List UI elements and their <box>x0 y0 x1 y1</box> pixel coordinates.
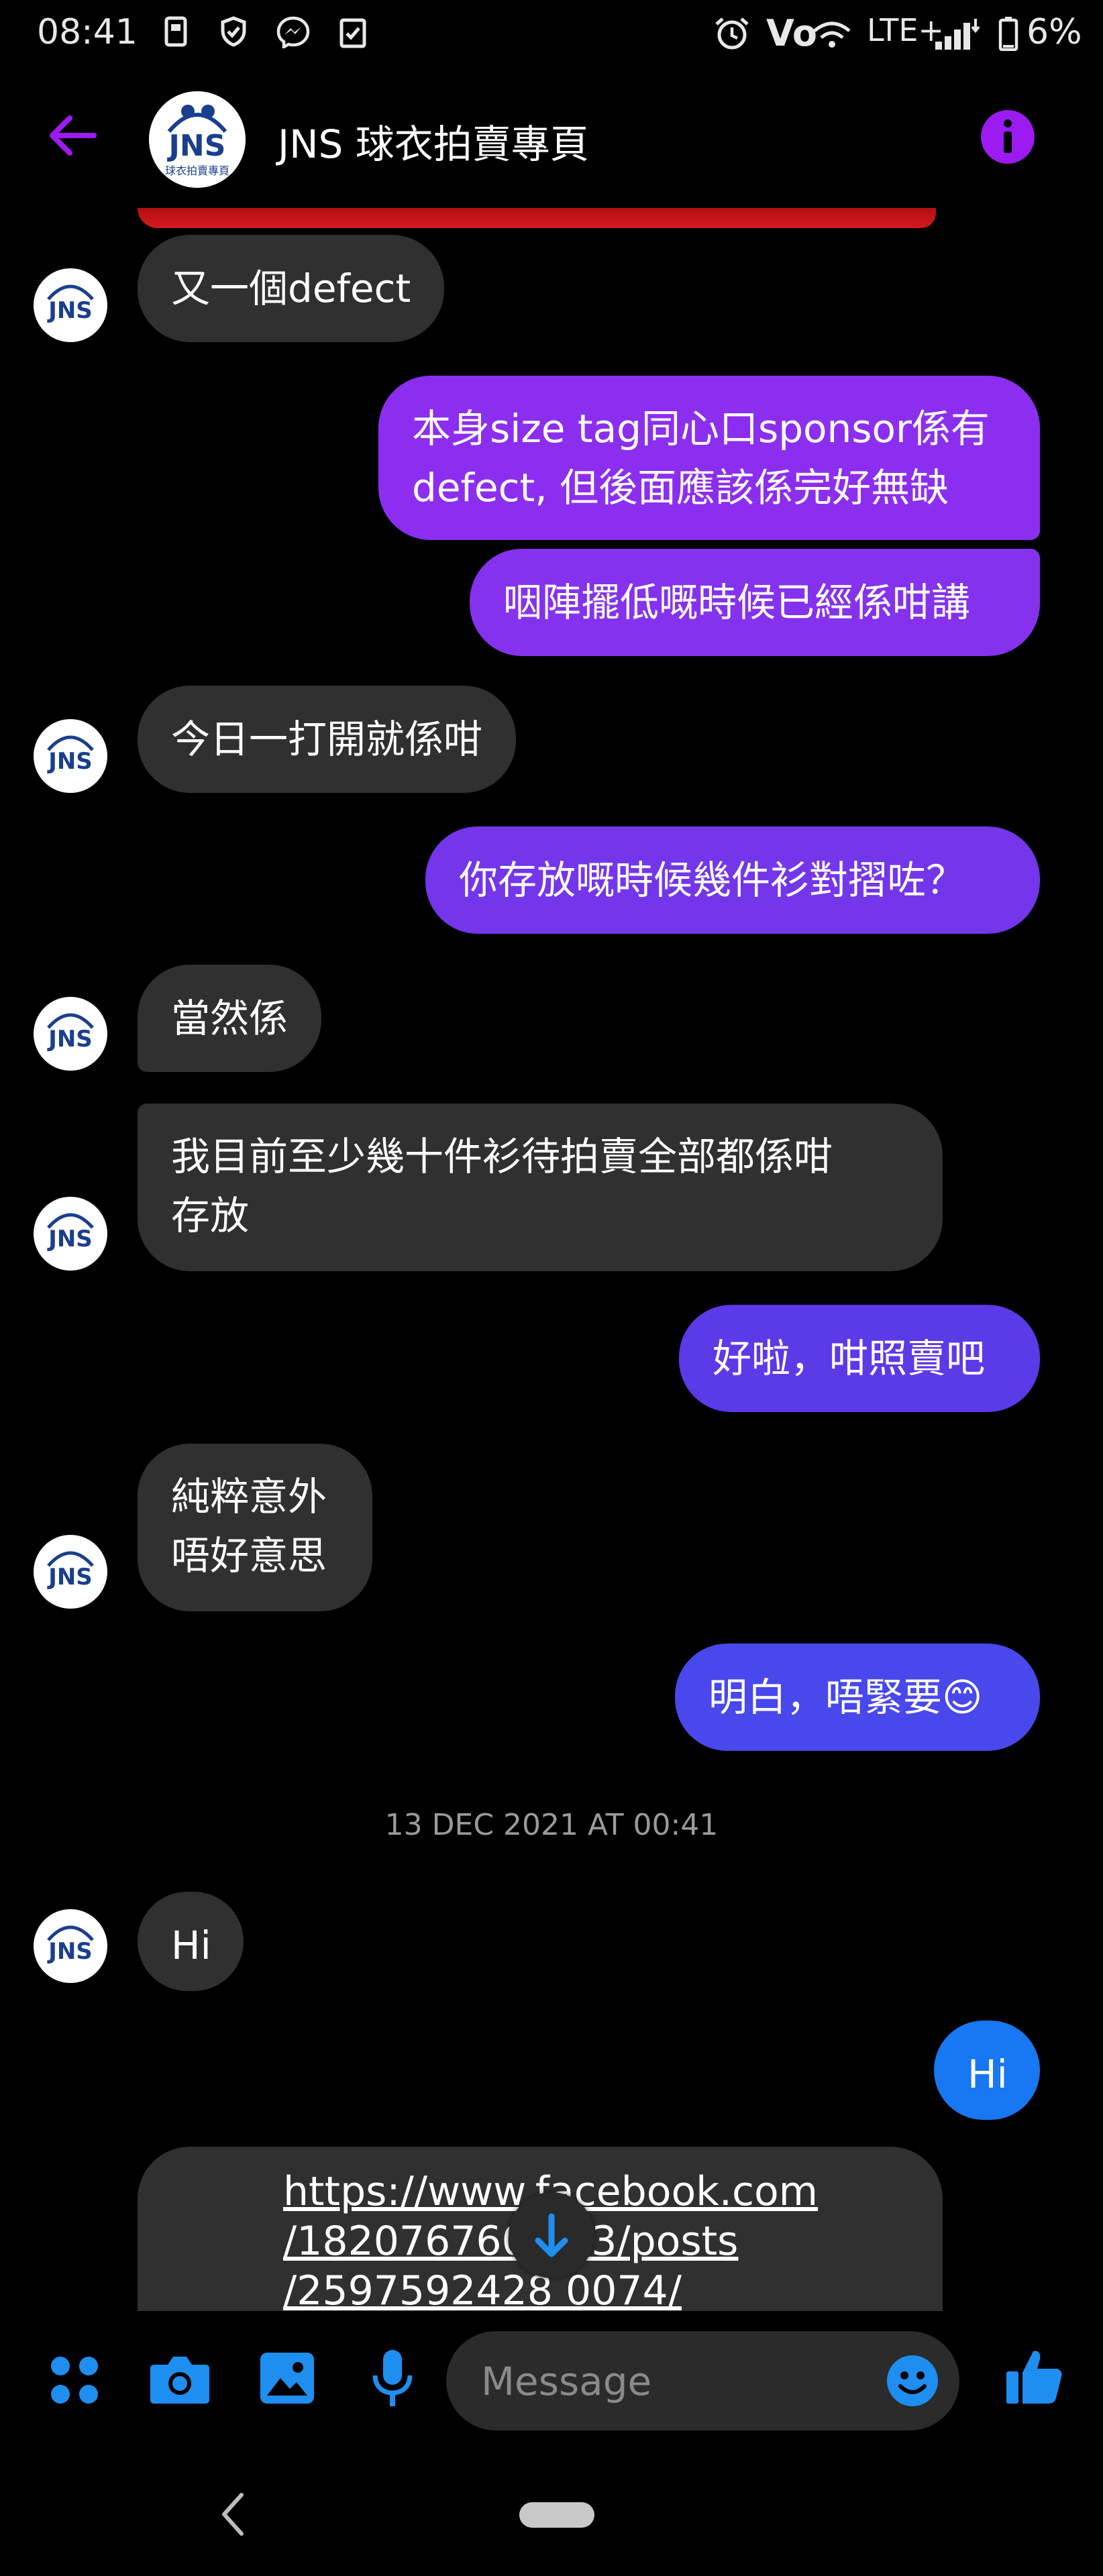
camera-icon[interactable] <box>149 2351 211 2405</box>
message-line: 存放 <box>171 1193 250 1238</box>
clipboard-check-icon <box>339 18 366 48</box>
messenger-icon <box>276 16 310 48</box>
message-line: 唔好意思 <box>171 1533 327 1578</box>
sender-avatar[interactable]: JNS <box>34 1909 107 1983</box>
signal-icon <box>935 19 980 50</box>
scroll-to-bottom-button[interactable] <box>509 2192 594 2278</box>
jns-logo-icon: JNS 球衣拍賣專頁 <box>149 91 246 188</box>
arrow-down-icon <box>535 2213 568 2257</box>
message-incoming[interactable]: Hi <box>138 1892 244 1991</box>
sender-avatar[interactable]: JNS <box>34 997 107 1071</box>
battery-icon <box>998 17 1018 51</box>
message-outgoing[interactable]: 咽陣擺低嘅時候已經係咁講 <box>470 549 1040 656</box>
message-outgoing[interactable]: 明白，唔緊要😊 <box>675 1644 1040 1751</box>
nav-back-icon[interactable] <box>219 2491 247 2538</box>
shield-check-icon <box>221 16 246 47</box>
message-outgoing[interactable]: 你存放嘅時候幾件衫對摺咗？ <box>425 826 1040 934</box>
gallery-icon[interactable] <box>259 2351 315 2405</box>
network-type: LTE+ <box>867 12 944 48</box>
sim-card-icon <box>164 16 187 47</box>
svg-text:JNS: JNS <box>47 1026 93 1053</box>
jns-logo-icon: JNS <box>47 1013 94 1053</box>
volte-indicator: Vo <box>766 12 817 54</box>
emoji-icon[interactable] <box>886 2354 939 2408</box>
message-outgoing[interactable]: 好啦，咁照賣吧 <box>679 1305 1040 1412</box>
battery-percent: 6% <box>1027 12 1082 52</box>
info-icon[interactable] <box>980 109 1036 165</box>
composer-bar <box>0 2311 1103 2452</box>
message-line: 本身size tag同心口sponsor係有 <box>412 406 990 451</box>
message-incoming[interactable]: 純粹意外 唔好意思 <box>138 1444 372 1611</box>
svg-text:JNS: JNS <box>47 297 93 324</box>
alarm-icon <box>715 17 749 50</box>
message-line: 我目前至少幾十件衫待拍賣全部都係咁 <box>171 1134 833 1179</box>
date-separator: 13 DEC 2021 AT 00:41 <box>384 1808 719 1842</box>
message-list[interactable]: JNS 又一個defect 本身size tag同心口sponsor係有 def… <box>0 208 1103 2311</box>
jns-logo-icon: JNS <box>47 1551 94 1591</box>
sender-avatar[interactable]: JNS <box>34 1197 107 1271</box>
message-incoming[interactable]: 今日一打開就係咁 <box>138 686 517 793</box>
svg-text:JNS: JNS <box>47 1564 93 1591</box>
thumbs-up-icon[interactable] <box>1005 2347 1063 2405</box>
conversation-header: JNS 球衣拍賣專頁 JNS 球衣拍賣專頁 <box>0 67 1103 215</box>
apps-icon[interactable] <box>48 2354 101 2406</box>
svg-text:JNS: JNS <box>47 748 93 775</box>
nav-home-pill[interactable] <box>519 2502 594 2528</box>
message-incoming[interactable]: 又一個defect <box>138 235 445 342</box>
message-line: 純粹意外 <box>171 1474 327 1519</box>
jns-logo-icon: JNS <box>47 735 94 775</box>
microphone-icon[interactable] <box>372 2349 413 2409</box>
jns-logo-icon: JNS <box>47 1925 94 1965</box>
link-url-line[interactable]: /2597592428 0074/ <box>283 2266 682 2311</box>
message-input[interactable] <box>480 2331 858 2432</box>
jns-logo-icon: JNS <box>47 284 94 324</box>
message-incoming[interactable]: 我目前至少幾十件衫待拍賣全部都係咁 存放 <box>138 1104 943 1271</box>
avatar-subtext: 球衣拍賣專頁 <box>165 164 229 177</box>
page-avatar[interactable]: JNS 球衣拍賣專頁 <box>149 91 246 188</box>
message-line: defect, 但後面應該係完好無缺 <box>412 465 949 511</box>
back-arrow-icon[interactable] <box>47 114 97 157</box>
message-outgoing[interactable]: Hi <box>934 2021 1040 2120</box>
svg-text:JNS: JNS <box>47 1226 93 1252</box>
message-field[interactable] <box>446 2331 959 2432</box>
system-navigation-bar <box>0 2452 1103 2576</box>
status-bar: 08:41 Vo LTE+ 6% <box>0 0 1103 67</box>
sender-avatar[interactable]: JNS <box>34 719 107 793</box>
status-time: 08:41 <box>37 12 138 52</box>
sender-avatar[interactable]: JNS <box>34 268 107 342</box>
conversation-title[interactable]: JNS 球衣拍賣專頁 <box>278 113 589 169</box>
svg-text:JNS: JNS <box>47 1938 93 1965</box>
wifi-calling-icon <box>813 21 851 48</box>
message-outgoing[interactable]: 本身size tag同心口sponsor係有 defect, 但後面應該係完好無… <box>378 376 1040 540</box>
sender-avatar[interactable]: JNS <box>34 1535 107 1609</box>
avatar-text: JNS <box>167 129 226 163</box>
jns-logo-icon: JNS <box>47 1213 94 1252</box>
message-incoming[interactable]: 當然係 <box>138 965 322 1072</box>
shared-image-bottom-edge <box>138 208 936 228</box>
